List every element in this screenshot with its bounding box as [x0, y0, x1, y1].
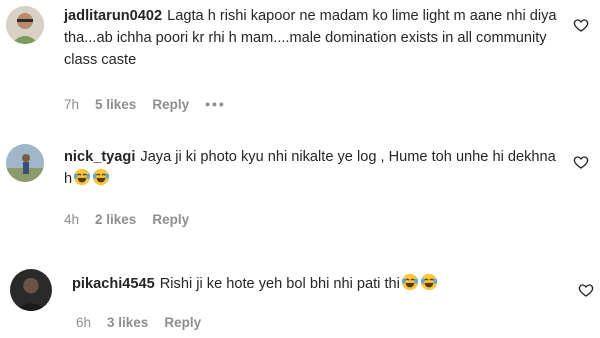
comment-meta: 6h 3 likes Reply: [76, 315, 217, 330]
heart-outline-icon[interactable]: [573, 154, 589, 170]
heart-outline-icon[interactable]: [573, 17, 589, 33]
comment-likes[interactable]: 2 likes: [95, 212, 136, 227]
comment-meta: 7h 5 likes Reply •••: [64, 96, 242, 112]
comment-item: pikachi4545 Rishi ji ke hote yeh bol bhi …: [0, 235, 600, 338]
comment-likes[interactable]: 5 likes: [95, 97, 136, 112]
comment-text: Rishi ji ke hote yeh bol bhi nhi pati th…: [159, 276, 400, 292]
laughing-tears-emoji: [92, 168, 110, 186]
reply-button[interactable]: Reply: [164, 315, 201, 330]
comment-body: pikachi4545 Rishi ji ke hote yeh bol bhi …: [72, 273, 572, 295]
comment-body: nick_tyagi Jaya ji ki photo kyu nhi nikal…: [64, 146, 564, 190]
avatar-icon: [6, 144, 44, 182]
avatar[interactable]: [6, 6, 44, 44]
comment-time: 6h: [76, 315, 92, 330]
comment-item: jadlitarun0402 Lagta h rishi kapoor ne ma…: [0, 0, 600, 120]
reply-button[interactable]: Reply: [152, 97, 189, 112]
comment-time: 7h: [64, 96, 80, 112]
comment-username[interactable]: jadlitarun0402: [64, 8, 162, 24]
avatar[interactable]: [6, 144, 44, 182]
comment-meta: 4h 2 likes Reply: [64, 212, 205, 227]
avatar-icon: [6, 6, 44, 44]
comment-item: nick_tyagi Jaya ji ki photo kyu nhi nikal…: [0, 120, 600, 235]
comment-text: Jaya ji ki photo kyu nhi nikalte ye log …: [64, 149, 556, 187]
comment-likes[interactable]: 3 likes: [107, 315, 148, 330]
laughing-tears-emoji: [401, 273, 419, 291]
comment-username[interactable]: nick_tyagi: [64, 149, 135, 165]
comment-username[interactable]: pikachi4545: [72, 276, 155, 292]
laughing-tears-emoji: [420, 273, 438, 291]
avatar-icon: [10, 269, 52, 311]
reply-button[interactable]: Reply: [152, 212, 189, 227]
avatar[interactable]: [10, 269, 52, 311]
more-options-icon[interactable]: •••: [205, 96, 226, 112]
laughing-tears-emoji: [73, 168, 91, 186]
comment-time: 4h: [64, 212, 80, 227]
comment-body: jadlitarun0402 Lagta h rishi kapoor ne ma…: [64, 5, 564, 71]
heart-outline-icon[interactable]: [578, 282, 594, 298]
